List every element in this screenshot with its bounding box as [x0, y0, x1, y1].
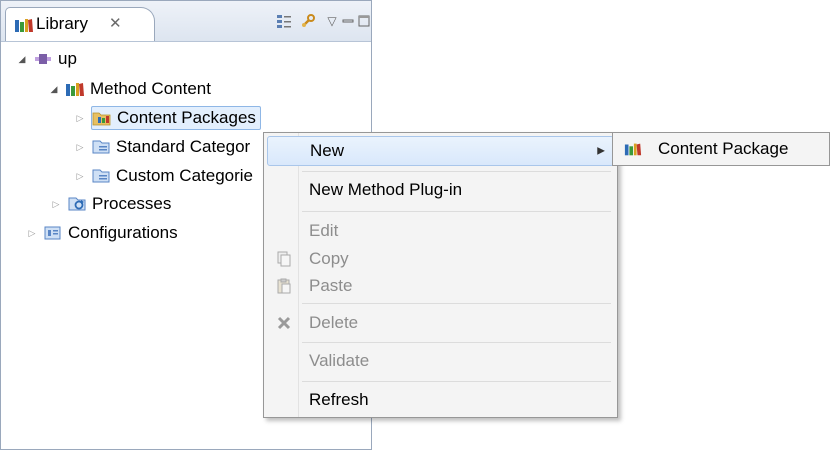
selected-node[interactable]: Content Packages — [91, 106, 261, 130]
menu-item-label: Validate — [309, 351, 370, 370]
collapsed-icon[interactable]: ▷ — [73, 171, 87, 182]
menu-item-content-package[interactable]: Content Package — [616, 134, 826, 164]
tree-item-custom-categories[interactable]: ▷ Custom Categorie — [73, 163, 253, 189]
menu-item-label: Paste — [309, 276, 353, 295]
tree-item-label: Content Packages — [117, 108, 256, 127]
configurations-icon — [43, 224, 63, 242]
copy-icon — [275, 250, 293, 268]
tree-item-label: up — [58, 49, 77, 68]
collapsed-icon[interactable]: ▷ — [49, 199, 63, 210]
library-icon — [14, 17, 34, 38]
menu-separator — [302, 171, 611, 172]
menu-item-paste[interactable]: Paste — [267, 271, 614, 301]
collapsed-icon[interactable]: ▷ — [73, 113, 87, 124]
collapsed-icon[interactable]: ▷ — [73, 142, 87, 153]
menu-item-label: Copy — [309, 249, 349, 268]
plugin-icon — [33, 50, 53, 68]
expanded-icon[interactable]: ◢ — [15, 54, 29, 65]
link-with-editor-icon[interactable] — [297, 11, 319, 31]
menu-item-delete[interactable]: Delete — [267, 308, 614, 338]
menu-item-refresh[interactable]: Refresh — [267, 385, 614, 415]
tree-item-label: Custom Categorie — [116, 166, 254, 185]
tree-item-configurations[interactable]: ▷ Configurations — [25, 220, 178, 246]
menu-item-edit[interactable]: Edit — [267, 216, 614, 246]
menu-item-validate[interactable]: Validate — [267, 346, 614, 376]
menu-separator — [302, 381, 611, 382]
submenu-arrow-icon: ▶ — [597, 145, 605, 157]
menu-item-copy[interactable]: Copy — [267, 244, 614, 274]
library-tab[interactable]: Library ✕ — [5, 7, 155, 41]
tree-item-method-content[interactable]: ◢ Method Content — [47, 76, 211, 102]
menu-item-new[interactable]: New ▶ — [267, 136, 614, 166]
custom-categories-icon — [91, 167, 111, 185]
close-icon[interactable]: ✕ — [109, 14, 122, 32]
tree-item-label: Configurations — [68, 223, 178, 242]
menu-item-label: Refresh — [309, 390, 369, 409]
menu-separator — [302, 342, 611, 343]
tree-item-up[interactable]: ◢ up — [15, 46, 77, 72]
view-tab-bar: Library ✕ ▽ — [1, 1, 371, 42]
delete-icon — [275, 314, 293, 332]
collapsed-icon[interactable]: ▷ — [25, 228, 39, 239]
menu-item-new-method-plugin[interactable]: New Method Plug-in — [267, 175, 614, 205]
context-menu: New ▶ New Method Plug-in Edit Copy Paste… — [263, 132, 618, 418]
maximize-icon[interactable] — [353, 11, 375, 31]
expanded-icon[interactable]: ◢ — [47, 84, 61, 95]
content-package-icon — [624, 140, 642, 158]
menu-item-label: New Method Plug-in — [309, 180, 463, 199]
menu-item-label: Delete — [309, 313, 359, 332]
processes-icon — [67, 195, 87, 213]
menu-separator — [302, 303, 611, 304]
menu-item-label: Edit — [309, 221, 339, 240]
tree-item-standard-categories[interactable]: ▷ Standard Categor — [73, 134, 251, 160]
new-submenu: Content Package — [612, 132, 830, 166]
menu-item-label: Content Package — [658, 139, 789, 158]
layout-icon[interactable] — [273, 11, 295, 31]
menu-separator — [302, 211, 611, 212]
tree-item-label: Processes — [92, 194, 172, 213]
paste-icon — [275, 277, 293, 295]
tree-item-content-packages[interactable]: ▷ Content Packages — [73, 105, 261, 131]
tab-title: Library — [36, 14, 88, 33]
standard-categories-icon — [91, 138, 111, 156]
method-content-icon — [65, 80, 85, 98]
tree-item-processes[interactable]: ▷ Processes — [49, 191, 172, 217]
tree-item-label: Standard Categor — [116, 137, 251, 156]
tree-item-label: Method Content — [90, 79, 211, 98]
content-package-folder-icon — [92, 109, 112, 127]
menu-item-label: New — [310, 141, 345, 160]
